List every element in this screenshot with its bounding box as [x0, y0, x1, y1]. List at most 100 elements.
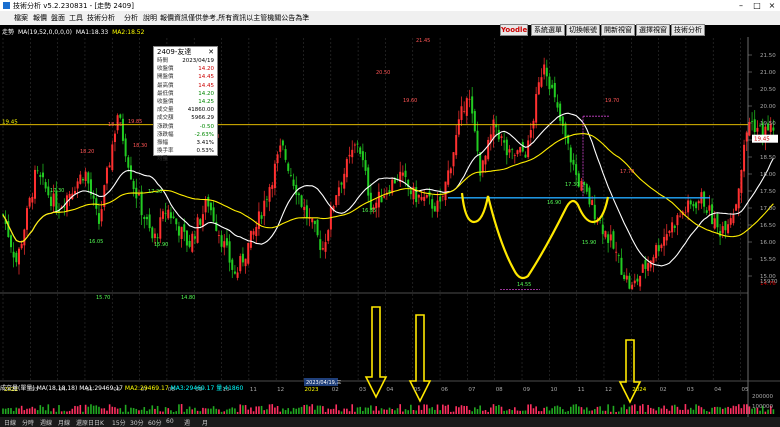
candle-body — [391, 179, 394, 194]
volume-bar — [388, 407, 391, 414]
candle-body — [380, 196, 383, 203]
volume-bar — [522, 410, 524, 414]
candle-body — [417, 195, 420, 198]
tech-analysis-button[interactable]: 技術分析 — [671, 24, 705, 36]
candle-body — [268, 187, 271, 202]
candle-body — [724, 221, 727, 231]
volume-bar — [737, 404, 740, 414]
volume-ma2: MA2:29469.17 — [124, 385, 169, 392]
volume-bar — [468, 409, 471, 414]
candle-body — [588, 187, 591, 205]
volume-bar — [71, 408, 74, 414]
period-tab[interactable]: 分時 — [22, 418, 34, 427]
volume-bar — [250, 407, 252, 414]
period-tab[interactable]: 60分 — [148, 418, 162, 427]
popup-close-icon[interactable]: ✕ — [208, 47, 214, 57]
price-annotation: 19.70 — [605, 98, 619, 104]
indicator-status-line: 走勢 MA(19,52,0,0,0,0) MA1:18.33 MA2:18.52 — [2, 27, 146, 37]
volume-bar — [268, 404, 271, 414]
candle-body — [591, 200, 594, 206]
volume-bar — [596, 406, 599, 414]
close-button[interactable]: × — [765, 0, 779, 11]
menu-item-tech[interactable]: 技術分析 — [87, 13, 115, 23]
period-tab[interactable]: 15分 — [112, 418, 126, 427]
volume-bar — [298, 407, 300, 414]
new-window-button[interactable]: 開新視窗 — [601, 24, 635, 36]
volume-title: 成交量(單量) — [0, 385, 35, 392]
yoodle-button[interactable]: Yoodle — [500, 24, 528, 36]
period-tab[interactable]: 週線 — [40, 418, 52, 427]
volume-bar — [74, 405, 76, 414]
candle-body — [161, 211, 164, 219]
period-tab[interactable]: 30分 — [130, 418, 144, 427]
xtick-label: 12 — [605, 387, 612, 393]
period-tab[interactable]: 日K — [94, 418, 104, 427]
volume-bar — [343, 408, 346, 414]
period-tab[interactable]: 月 — [202, 418, 208, 427]
volume-bar — [420, 409, 423, 414]
volume-bar — [508, 409, 511, 414]
menu-item-help[interactable]: 說明 — [143, 13, 157, 23]
period-tab[interactable]: 60 — [166, 418, 174, 425]
xtick-label: 06 — [441, 387, 448, 393]
volume-bar — [665, 408, 668, 414]
candle-body — [684, 212, 687, 214]
candle-body — [220, 235, 223, 247]
volume-bar — [263, 410, 266, 414]
candle-body — [631, 284, 634, 290]
candle-body — [335, 195, 338, 206]
menu-item-file[interactable]: 檔案 — [14, 13, 28, 23]
popup-row-value: 14.20 — [198, 90, 214, 97]
volume-bar — [383, 409, 385, 414]
volume-bar — [119, 408, 122, 414]
volume-bar — [167, 408, 170, 414]
system-menu-button[interactable]: 系統選單 — [531, 24, 565, 36]
volume-bar — [564, 411, 567, 414]
period-tab[interactable]: 週 — [184, 418, 190, 427]
candle-body — [188, 240, 191, 247]
data-popup[interactable]: 2409-友達 ✕ 時間 2023/04/19 收盤價 14.20 開盤價 14.45 最高… — [153, 46, 218, 162]
switch-account-button[interactable]: 切換帳號 — [566, 24, 600, 36]
candle-body — [28, 197, 31, 207]
maximize-button[interactable]: □ — [750, 0, 764, 11]
select-window-button[interactable]: 選擇視窗 — [636, 24, 670, 36]
period-tab[interactable]: 還原日 — [76, 418, 94, 427]
period-tab[interactable]: 日線 — [4, 418, 16, 427]
volume-bar — [34, 408, 36, 414]
volume-bar — [386, 409, 388, 414]
candle-body — [36, 170, 39, 172]
candle-body — [201, 214, 204, 227]
popup-row-value: 3.41% — [196, 139, 214, 146]
menu-item-analysis[interactable]: 分析 — [124, 13, 138, 23]
volume-bar — [178, 404, 180, 414]
volume-bar — [306, 404, 308, 414]
volume-bar — [641, 404, 644, 414]
candle-body — [740, 170, 743, 194]
candle-body — [159, 217, 162, 239]
volume-bar — [364, 407, 367, 414]
menu-item-board[interactable]: 盤面 — [51, 13, 65, 23]
volume-bar — [474, 407, 476, 414]
candle-body — [233, 271, 236, 274]
menu-item-tools[interactable]: 工具 — [69, 13, 83, 23]
candle-body — [343, 173, 346, 189]
volume-bar — [487, 411, 489, 414]
volume-bar — [548, 410, 551, 414]
volume-bar — [727, 406, 729, 414]
candle-body — [705, 210, 708, 213]
volume-bar — [415, 410, 417, 414]
candle-body — [492, 119, 495, 139]
candle-body — [481, 160, 484, 173]
volume-bar — [588, 410, 591, 414]
candle-body — [257, 211, 260, 229]
minimize-button[interactable]: – — [734, 0, 748, 11]
menu-item-quote[interactable]: 報價 — [33, 13, 47, 23]
volume-bar — [322, 406, 324, 414]
volume-bar — [255, 406, 258, 414]
candlestick-chart[interactable]: 21.5021.0020.5020.0019.5019.0018.5018.00… — [0, 37, 780, 417]
volume-bar — [239, 404, 242, 414]
candle-body — [745, 132, 748, 142]
xtick-label: 09 — [523, 387, 530, 393]
popup-row-label: 漲跌幅 — [157, 131, 174, 138]
period-tab[interactable]: 月線 — [58, 418, 70, 427]
